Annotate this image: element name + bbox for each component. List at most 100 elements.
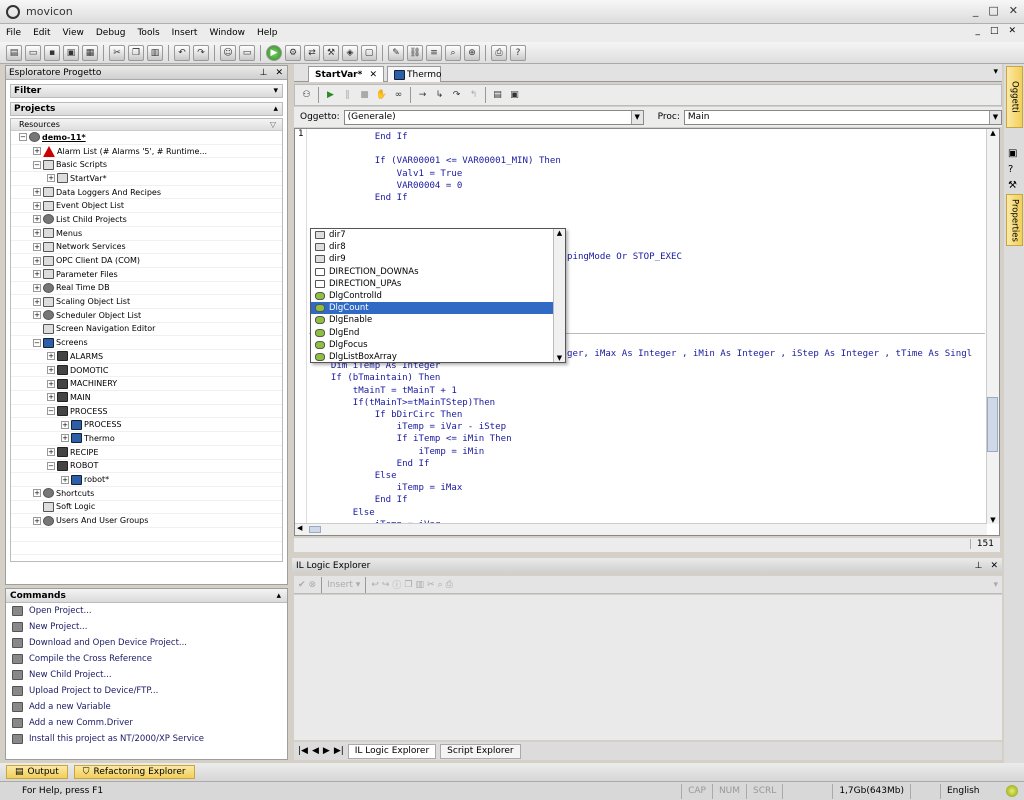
command-item[interactable]: Install this project as NT/2000/XP Servi…: [6, 731, 287, 747]
insert-dropdown[interactable]: Insert ▾: [327, 580, 360, 590]
vertical-scrollbar[interactable]: ▲ ▼: [986, 129, 999, 524]
expand-icon[interactable]: +: [61, 420, 69, 429]
expand-icon[interactable]: +: [47, 379, 55, 388]
tree-item[interactable]: + Network Services: [11, 241, 282, 255]
new-project-icon[interactable]: ▤: [6, 44, 22, 61]
tab-properties[interactable]: Properties: [1006, 194, 1023, 246]
autocomplete-item[interactable]: dir9: [311, 253, 565, 265]
tree-item[interactable]: − PROCESS: [11, 405, 282, 419]
user-icon[interactable]: ☺: [220, 44, 236, 61]
tab-thermo[interactable]: Thermo: [387, 66, 442, 82]
autocomplete-item[interactable]: dir7: [311, 229, 565, 241]
collapse-icon[interactable]: −: [33, 160, 41, 169]
redo-icon[interactable]: ↷: [193, 44, 209, 61]
wrench-icon[interactable]: ⚒: [1008, 180, 1017, 191]
watch-icon[interactable]: ∞: [391, 88, 406, 103]
oggetto-select[interactable]: (Generale) ▼: [343, 109, 644, 125]
command-item[interactable]: New Project...: [6, 619, 287, 635]
tab-list-chevron-icon[interactable]: ▾: [993, 67, 998, 77]
il-print-icon[interactable]: ⎙: [446, 580, 453, 590]
hscroll-thumb[interactable]: [309, 526, 321, 533]
menu-file[interactable]: File: [6, 28, 21, 38]
minimize-button[interactable]: _: [973, 4, 979, 17]
paste-icon[interactable]: ▥: [147, 44, 163, 61]
code-line[interactable]: If(tMainT>=tMainTStep)Then: [309, 397, 495, 409]
device-icon[interactable]: ▭: [239, 44, 255, 61]
mdi-minimize-button[interactable]: _: [975, 26, 980, 36]
tab-nav-next-icon[interactable]: ▶: [323, 746, 330, 756]
undo-icon[interactable]: ↶: [174, 44, 190, 61]
tree-item[interactable]: + ALARMS: [11, 350, 282, 364]
autocomplete-item[interactable]: DlgCount: [311, 302, 565, 315]
debug-window-icon[interactable]: ⚇: [299, 88, 314, 103]
collapse-icon[interactable]: −: [47, 407, 55, 416]
code-line[interactable]: iTemp = iMax: [309, 482, 463, 494]
copy-icon[interactable]: ❐: [128, 44, 144, 61]
code-line[interactable]: If bDirCirc Then: [309, 409, 463, 421]
scroll-thumb[interactable]: [987, 397, 998, 452]
expand-icon[interactable]: +: [47, 393, 55, 402]
tree-item[interactable]: − Basic Scripts: [11, 158, 282, 173]
tree-item[interactable]: + Scaling Object List: [11, 295, 282, 309]
panel-close-icon[interactable]: ✕: [990, 561, 998, 571]
il-logic-body[interactable]: [294, 595, 1002, 740]
scroll-up-icon[interactable]: ▲: [987, 129, 999, 137]
tools-icon[interactable]: ⚒: [323, 44, 339, 61]
code-line[interactable]: If (VAR00001 <= VAR00001_MIN) Then: [309, 155, 561, 167]
chevron-down-icon[interactable]: ▾: [273, 86, 278, 96]
delete-icon[interactable]: ⊗: [309, 580, 317, 590]
expand-icon[interactable]: +: [33, 311, 41, 320]
tree-item[interactable]: − ROBOT: [11, 460, 282, 474]
code-line[interactable]: End If: [309, 494, 408, 506]
expand-icon[interactable]: +: [47, 174, 55, 183]
tree-item[interactable]: + Alarm List (# Alarms '5', # Runtime...: [11, 145, 282, 159]
tree-item[interactable]: + OPC Client DA (COM): [11, 254, 282, 268]
code-line[interactable]: If (bTmaintain) Then: [309, 372, 441, 384]
expand-icon[interactable]: +: [33, 270, 41, 279]
il-find-icon[interactable]: ⌕: [438, 580, 443, 590]
code-line[interactable]: Valv1 = True: [309, 168, 463, 180]
code-line[interactable]: Else: [309, 470, 397, 482]
code-line[interactable]: pingMode Or STOP_EXEC: [567, 251, 682, 263]
tree-item[interactable]: − Screens: [11, 336, 282, 350]
tree-item[interactable]: + Data Loggers And Recipes: [11, 186, 282, 200]
tab-startvar[interactable]: StartVar* ✕: [308, 66, 384, 82]
scroll-down-icon[interactable]: ▼: [554, 354, 565, 362]
tab-oggetti[interactable]: Oggetti: [1006, 66, 1023, 128]
tree-item[interactable]: + List Child Projects: [11, 213, 282, 227]
print-preview-icon[interactable]: ▦: [82, 44, 98, 61]
filter-section[interactable]: Filter ▾: [10, 84, 283, 98]
tab-close-icon[interactable]: ✕: [369, 70, 377, 80]
commands-header[interactable]: Commands ▴: [6, 589, 287, 603]
menu-tools[interactable]: Tools: [137, 28, 159, 38]
chevron-down-icon[interactable]: ▼: [630, 110, 643, 124]
tree-item[interactable]: + Parameter Files: [11, 268, 282, 282]
help-icon[interactable]: ?: [1008, 164, 1013, 175]
menu-insert[interactable]: Insert: [172, 28, 198, 38]
close-button[interactable]: ✕: [1009, 4, 1018, 17]
proc-select[interactable]: Main ▼: [683, 109, 1002, 125]
autocomplete-item[interactable]: DlgFocus: [311, 339, 565, 351]
save-all-icon[interactable]: ▣: [63, 44, 79, 61]
tree-item[interactable]: Soft Logic: [11, 501, 282, 515]
il-tool-1-icon[interactable]: ↩: [371, 580, 379, 590]
help-icon[interactable]: ?: [510, 44, 526, 61]
code-line[interactable]: End If: [309, 192, 408, 204]
expand-icon[interactable]: +: [33, 283, 41, 292]
tree-item[interactable]: + MAIN: [11, 391, 282, 405]
step-out-icon[interactable]: ↰: [466, 88, 481, 103]
menu-view[interactable]: View: [63, 28, 84, 38]
find-icon[interactable]: ⌕: [445, 44, 461, 61]
filter-icon[interactable]: ▽: [270, 120, 276, 129]
tree-item[interactable]: + Thermo: [11, 432, 282, 446]
chevron-up-icon[interactable]: ▴: [276, 591, 281, 601]
command-item[interactable]: Download and Open Device Project...: [6, 635, 287, 651]
chevron-down-icon[interactable]: ▼: [988, 110, 1001, 124]
window-icon[interactable]: ▢: [361, 44, 377, 61]
horizontal-scrollbar[interactable]: ◀: [295, 523, 987, 535]
command-item[interactable]: Add a new Comm.Driver: [6, 715, 287, 731]
expand-icon[interactable]: +: [33, 297, 41, 306]
il-copy-icon[interactable]: ❐: [404, 580, 412, 590]
chevron-up-icon[interactable]: ▴: [273, 104, 278, 114]
run-icon[interactable]: ▶: [266, 44, 282, 61]
